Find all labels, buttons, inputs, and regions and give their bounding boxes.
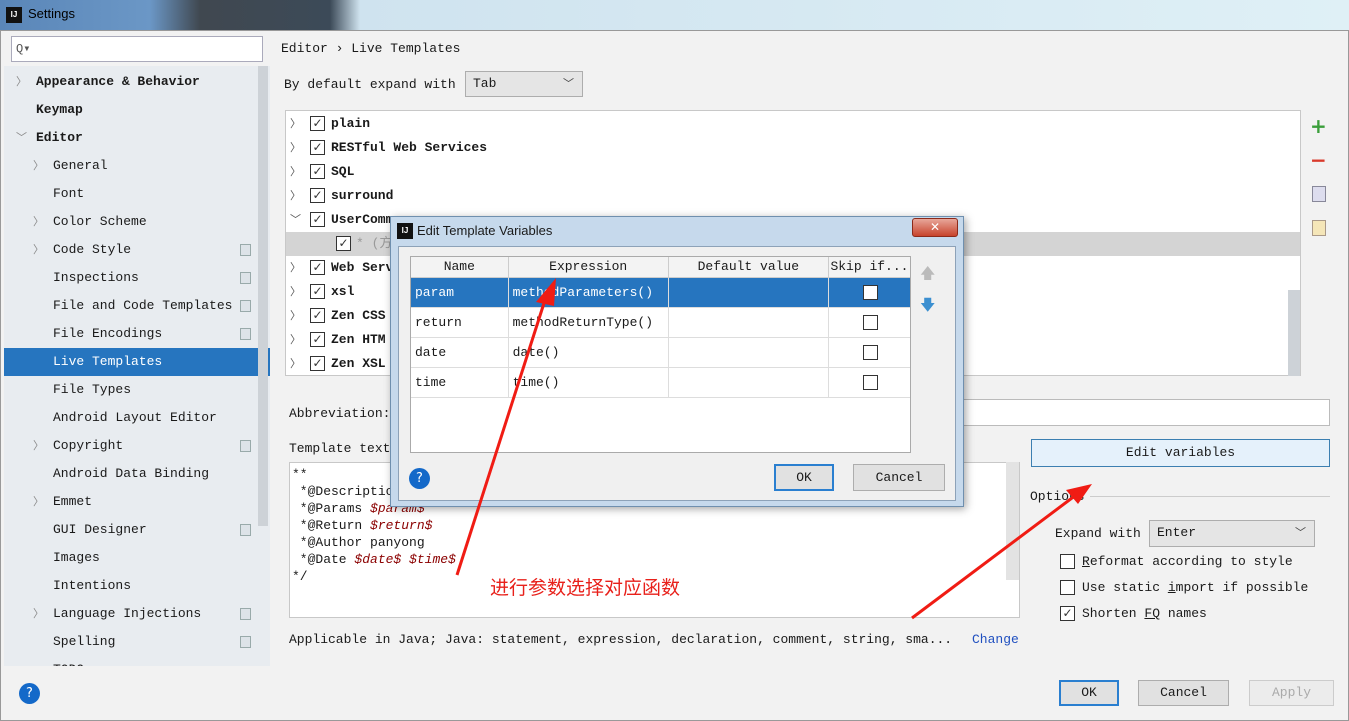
annotation-arrows <box>455 278 1092 620</box>
annotation-text: 进行参数选择对应函数 <box>490 577 681 599</box>
annotation-arrow-to-edit-variables <box>911 490 1081 620</box>
annotation-arrow-to-expression <box>455 299 547 576</box>
arrow-head <box>536 278 556 306</box>
